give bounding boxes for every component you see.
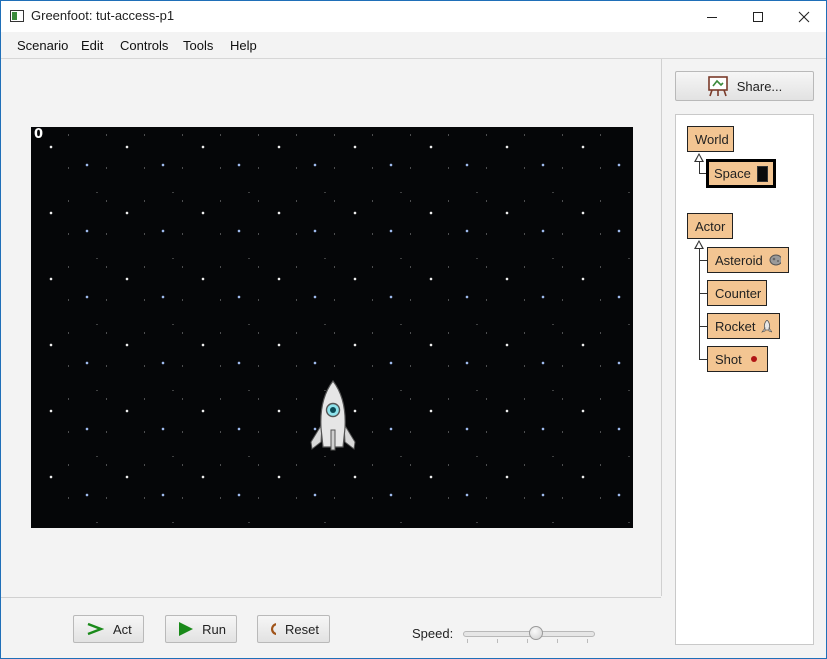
class-panel: Share... World Space Actor Asteroid Coun… (662, 59, 826, 658)
world-area: 0 (1, 59, 662, 596)
share-button[interactable]: Share... (675, 71, 814, 101)
menu-help[interactable]: Help (230, 38, 257, 53)
act-button[interactable]: Act (73, 615, 144, 643)
score-counter: 0 (34, 127, 44, 142)
class-actor[interactable]: Actor (687, 213, 733, 239)
class-asteroid[interactable]: Asteroid (707, 247, 789, 273)
slider-tick (557, 639, 558, 643)
class-counter-label: Counter (715, 285, 762, 301)
inheritance-arrow (694, 153, 704, 162)
maximize-button[interactable] (735, 1, 781, 32)
slider-tick (587, 639, 588, 643)
minimize-button[interactable] (689, 1, 735, 32)
inheritance-line (699, 359, 707, 360)
class-space-label: Space (714, 166, 751, 181)
share-label: Share... (736, 78, 783, 94)
greenfoot-window: Greenfoot: tut-access-p1 Scenario Edit C… (0, 0, 827, 659)
menu-scenario[interactable]: Scenario (17, 38, 68, 53)
act-label: Act (113, 621, 132, 637)
rocket-actor[interactable] (308, 380, 358, 454)
slider-tick (467, 639, 468, 643)
menu-tools[interactable]: Tools (183, 38, 213, 53)
execution-controls: Act Run Reset Speed: (1, 597, 661, 658)
class-shot-label: Shot (715, 351, 742, 367)
window-title: Greenfoot: tut-access-p1 (31, 8, 175, 23)
inheritance-line (699, 260, 707, 261)
minimize-icon (707, 16, 717, 18)
space-thumbnail-icon (756, 165, 768, 182)
share-easel-icon (707, 76, 728, 97)
slider-tick (527, 639, 528, 643)
reset-button[interactable]: Reset (257, 615, 330, 643)
menu-controls[interactable]: Controls (120, 38, 168, 53)
inheritance-line (699, 293, 707, 294)
run-button[interactable]: Run (165, 615, 237, 643)
asteroid-thumbnail-icon (769, 254, 781, 266)
title-bar: Greenfoot: tut-access-p1 (1, 1, 826, 32)
world-canvas[interactable]: 0 (31, 127, 633, 528)
class-counter[interactable]: Counter (707, 280, 767, 306)
reset-icon (270, 623, 277, 636)
class-asteroid-label: Asteroid (715, 252, 763, 268)
close-button[interactable] (781, 1, 826, 32)
speed-slider-thumb[interactable] (528, 626, 543, 640)
menu-edit[interactable]: Edit (81, 38, 103, 53)
play-icon (179, 622, 193, 636)
class-world[interactable]: World (687, 126, 734, 152)
class-world-label: World (695, 131, 729, 147)
shot-thumbnail-icon (750, 356, 757, 362)
act-arrow-icon (87, 622, 104, 636)
class-rocket[interactable]: Rocket (707, 313, 780, 339)
inheritance-arrow (694, 240, 704, 249)
slider-tick (497, 639, 498, 643)
rocket-thumbnail-icon (761, 319, 772, 333)
inheritance-line (699, 326, 707, 327)
reset-label: Reset (285, 621, 319, 637)
class-rocket-label: Rocket (715, 318, 756, 334)
maximize-icon (753, 11, 763, 22)
class-space[interactable]: Space (706, 159, 776, 188)
class-diagram: World Space Actor Asteroid Counter Rocke… (675, 114, 814, 645)
inheritance-line (699, 249, 700, 360)
menu-bar: Scenario Edit Controls Tools Help (1, 32, 826, 59)
class-actor-label: Actor (695, 218, 726, 234)
greenfoot-app-icon (10, 10, 24, 22)
class-shot[interactable]: Shot (707, 346, 768, 372)
close-icon (798, 11, 810, 22)
speed-label: Speed: (412, 626, 454, 641)
run-label: Run (202, 621, 226, 637)
